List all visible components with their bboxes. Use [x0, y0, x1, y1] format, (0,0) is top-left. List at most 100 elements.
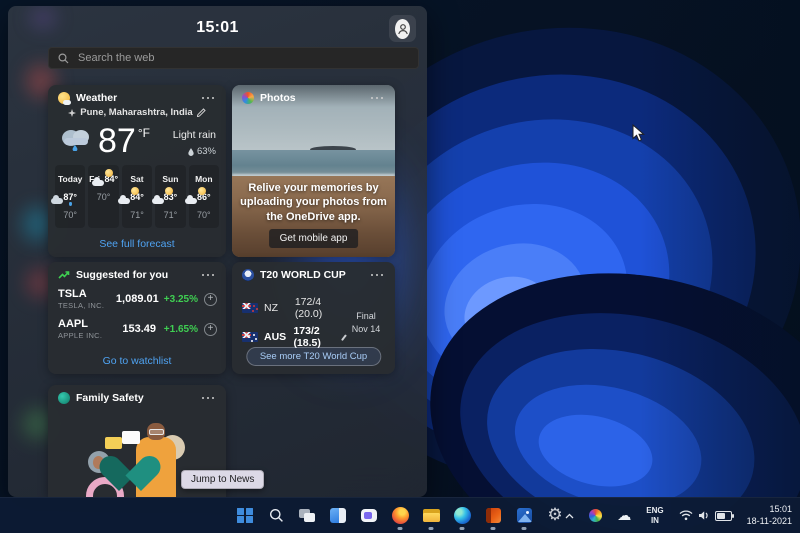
add-to-watchlist-button[interactable]: [204, 293, 217, 306]
search-bar[interactable]: [48, 47, 419, 69]
battery-icon: [715, 511, 732, 521]
chevron-up-icon: [565, 513, 574, 519]
weather-location: Pune, Maharashtra, India: [80, 107, 192, 118]
stock-company: TESLA, INC.: [58, 301, 116, 310]
photos-app-button[interactable]: [512, 501, 536, 531]
task-view-button[interactable]: [295, 501, 319, 531]
weather-title: Weather: [76, 92, 192, 104]
widgets-button[interactable]: [326, 501, 350, 531]
stocks-title: Suggested for you: [76, 269, 192, 281]
weather-widget[interactable]: Weather Pune, Maharashtra, India 87 °F L: [48, 85, 226, 257]
go-to-watchlist-link[interactable]: Go to watchlist: [48, 355, 226, 367]
get-mobile-app-button[interactable]: Get mobile app: [269, 229, 359, 248]
office-icon: [486, 508, 501, 523]
cricket-widget[interactable]: T20 WORLD CUP NZ 172/4 (20.0) AUS 173/2 …: [232, 262, 395, 374]
cloud-icon: ☁: [617, 509, 631, 523]
running-indicator: [522, 527, 527, 530]
stock-symbol: TSLA: [58, 288, 116, 300]
profile-button[interactable]: [389, 15, 416, 42]
chat-button[interactable]: [357, 501, 381, 531]
add-to-watchlist-button[interactable]: [204, 323, 217, 336]
droplet-icon: [188, 148, 194, 156]
heart-icon: [108, 457, 152, 497]
photos-message: Relive your memories by uploading your p…: [240, 181, 387, 224]
language-code: ENG: [646, 506, 663, 516]
gear-icon: ⚙: [547, 507, 562, 524]
family-more-button[interactable]: [198, 393, 219, 404]
weather-more-button[interactable]: [198, 93, 219, 104]
forecast-day[interactable]: Sat 84° 71°: [122, 165, 152, 228]
stocks-more-button[interactable]: [198, 270, 219, 281]
stock-row[interactable]: AAPL APPLE INC. 153.49 +1.65%: [48, 314, 226, 344]
photos-icon: [242, 92, 254, 104]
rain-cloud-icon: [58, 125, 94, 151]
stock-row[interactable]: TSLA TESLA, INC. 1,089.01 +3.25%: [48, 284, 226, 314]
photos-app-icon: [517, 508, 532, 523]
speech-bubble-icon: [105, 437, 122, 449]
edge-button[interactable]: [450, 501, 474, 531]
wifi-icon: [679, 510, 693, 521]
panel-clock: 15:01: [8, 19, 427, 37]
team-name: AUS: [264, 331, 287, 343]
tooltip-jump-to-news: Jump to News: [181, 470, 264, 489]
nz-flag-icon: [242, 303, 258, 313]
desktop: 15:01 Weather Pune, Maharashtra, India: [0, 0, 800, 533]
forecast-day[interactable]: Today 87° 70°: [55, 165, 85, 228]
photos-title: Photos: [260, 92, 361, 104]
edge-icon: [454, 507, 471, 524]
quick-settings-button[interactable]: [676, 508, 735, 523]
precipitation-value: 63%: [197, 146, 216, 157]
avatar-icon: [395, 19, 410, 39]
chat-icon: [361, 509, 377, 522]
batting-icon: [341, 334, 347, 341]
onedrive-button[interactable]: ☁: [614, 507, 634, 525]
tray-color-app-button[interactable]: [586, 507, 605, 524]
temperature-unit: °F: [138, 126, 150, 140]
see-more-t20-button[interactable]: See more T20 World Cup: [246, 347, 381, 366]
firefox-icon: [392, 507, 409, 524]
taskbar: ⚙ ☁ ENG IN 15:01 18-11-2: [0, 497, 800, 533]
tray-overflow-button[interactable]: [562, 511, 577, 521]
weather-icon: [58, 92, 70, 104]
file-explorer-icon: [423, 509, 440, 522]
system-tray: ☁ ENG IN 15:01 18-11-2021: [562, 498, 795, 533]
start-button[interactable]: [233, 501, 257, 531]
running-indicator: [398, 527, 403, 530]
stocks-widget[interactable]: Suggested for you TSLA TESLA, INC. 1,089…: [48, 262, 226, 374]
language-switcher[interactable]: ENG IN: [643, 504, 666, 527]
cricket-more-button[interactable]: [367, 270, 388, 281]
widgets-panel: 15:01 Weather Pune, Maharashtra, India: [8, 6, 427, 497]
trending-up-icon: [58, 269, 70, 281]
forecast-day[interactable]: Mon 86° 70°: [189, 165, 219, 228]
firefox-button[interactable]: [388, 501, 412, 531]
office-button[interactable]: [481, 501, 505, 531]
tray-time: 15:01: [747, 504, 792, 516]
team-score: 173/2 (18.5): [293, 325, 340, 349]
tray-date: 18-11-2021: [747, 516, 792, 528]
clock-button[interactable]: 15:01 18-11-2021: [744, 502, 795, 529]
team-name: NZ: [264, 302, 289, 314]
forecast-day[interactable]: Sun 83° 71°: [155, 165, 185, 228]
start-icon: [237, 508, 253, 524]
running-indicator: [460, 527, 465, 530]
file-explorer-button[interactable]: [419, 501, 443, 531]
photos-more-button[interactable]: [367, 93, 388, 104]
see-full-forecast-link[interactable]: See full forecast: [48, 238, 226, 250]
match-row: AUS 173/2 (18.5): [242, 325, 345, 349]
taskbar-search-button[interactable]: [264, 501, 288, 531]
forecast-row: Today 87° 70° Fri 84° 70° Sat 84° 71°: [48, 157, 226, 228]
stock-change: +3.25%: [159, 294, 198, 305]
match-status-text: Final: [345, 310, 387, 323]
running-indicator: [491, 527, 496, 530]
search-icon: [58, 53, 69, 64]
search-input[interactable]: [76, 51, 409, 65]
task-view-icon: [299, 509, 315, 522]
photos-widget[interactable]: Photos Relive your memories by uploading…: [232, 85, 395, 257]
forecast-day[interactable]: Fri 84° 70°: [88, 165, 118, 228]
match-status: Final Nov 14: [345, 310, 387, 335]
volume-icon: [698, 510, 710, 521]
weather-condition: Light rain: [173, 129, 216, 141]
language-region: IN: [646, 516, 663, 526]
edit-pencil-icon[interactable]: [197, 108, 206, 117]
aus-flag-icon: [242, 332, 258, 342]
